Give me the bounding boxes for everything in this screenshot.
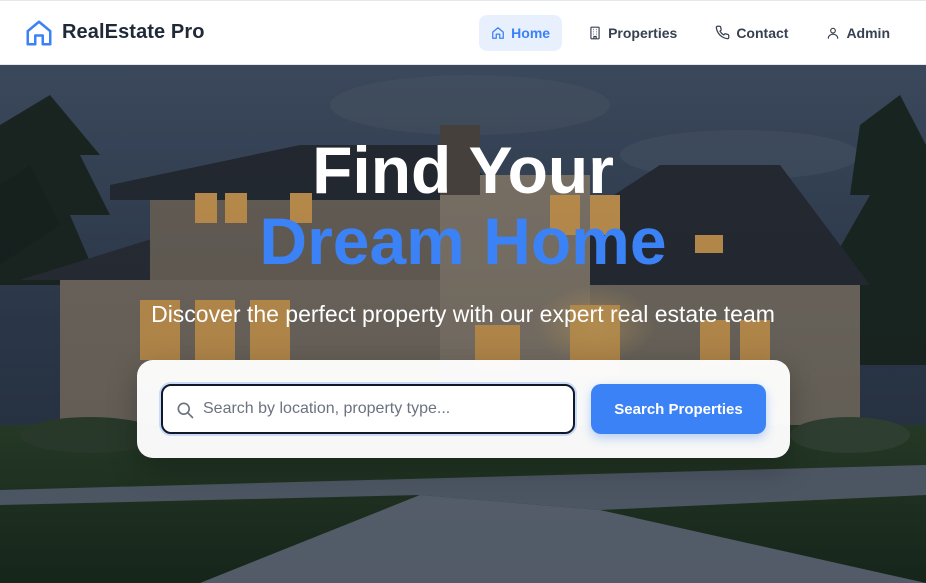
brand-name: RealEstate Pro bbox=[62, 21, 205, 43]
phone-icon bbox=[715, 25, 730, 40]
hero-title-line2: Dream Home bbox=[259, 204, 667, 278]
nav-contact[interactable]: Contact bbox=[703, 15, 800, 51]
main-nav: Home Properties Contact Admin bbox=[479, 14, 902, 51]
hero-subtitle: Discover the perfect property with our e… bbox=[151, 301, 775, 327]
search-box[interactable] bbox=[161, 384, 575, 434]
nav-home[interactable]: Home bbox=[479, 14, 563, 51]
user-icon bbox=[826, 26, 840, 40]
search-input[interactable] bbox=[203, 386, 563, 432]
search-icon bbox=[175, 400, 195, 425]
building-icon bbox=[588, 26, 602, 40]
nav-home-label: Home bbox=[511, 24, 551, 41]
nav-admin-label: Admin bbox=[846, 24, 890, 41]
nav-properties-label: Properties bbox=[608, 24, 678, 41]
search-card: Search Properties bbox=[137, 360, 790, 458]
search-properties-button[interactable]: Search Properties bbox=[591, 384, 766, 434]
brand-logo-link[interactable]: RealEstate Pro bbox=[24, 18, 205, 48]
home-icon bbox=[491, 26, 505, 40]
home-icon bbox=[24, 18, 54, 48]
nav-properties[interactable]: Properties bbox=[576, 15, 689, 51]
top-navbar: RealEstate Pro Home Properties Contact A… bbox=[0, 0, 926, 65]
nav-contact-label: Contact bbox=[736, 24, 789, 41]
hero-title-line1: Find Your bbox=[312, 133, 614, 207]
nav-admin[interactable]: Admin bbox=[814, 15, 902, 51]
hero-section: Find Your Dream Home Discover the perfec… bbox=[0, 65, 926, 583]
page: RealEstate Pro Home Properties Contact A… bbox=[0, 0, 926, 583]
